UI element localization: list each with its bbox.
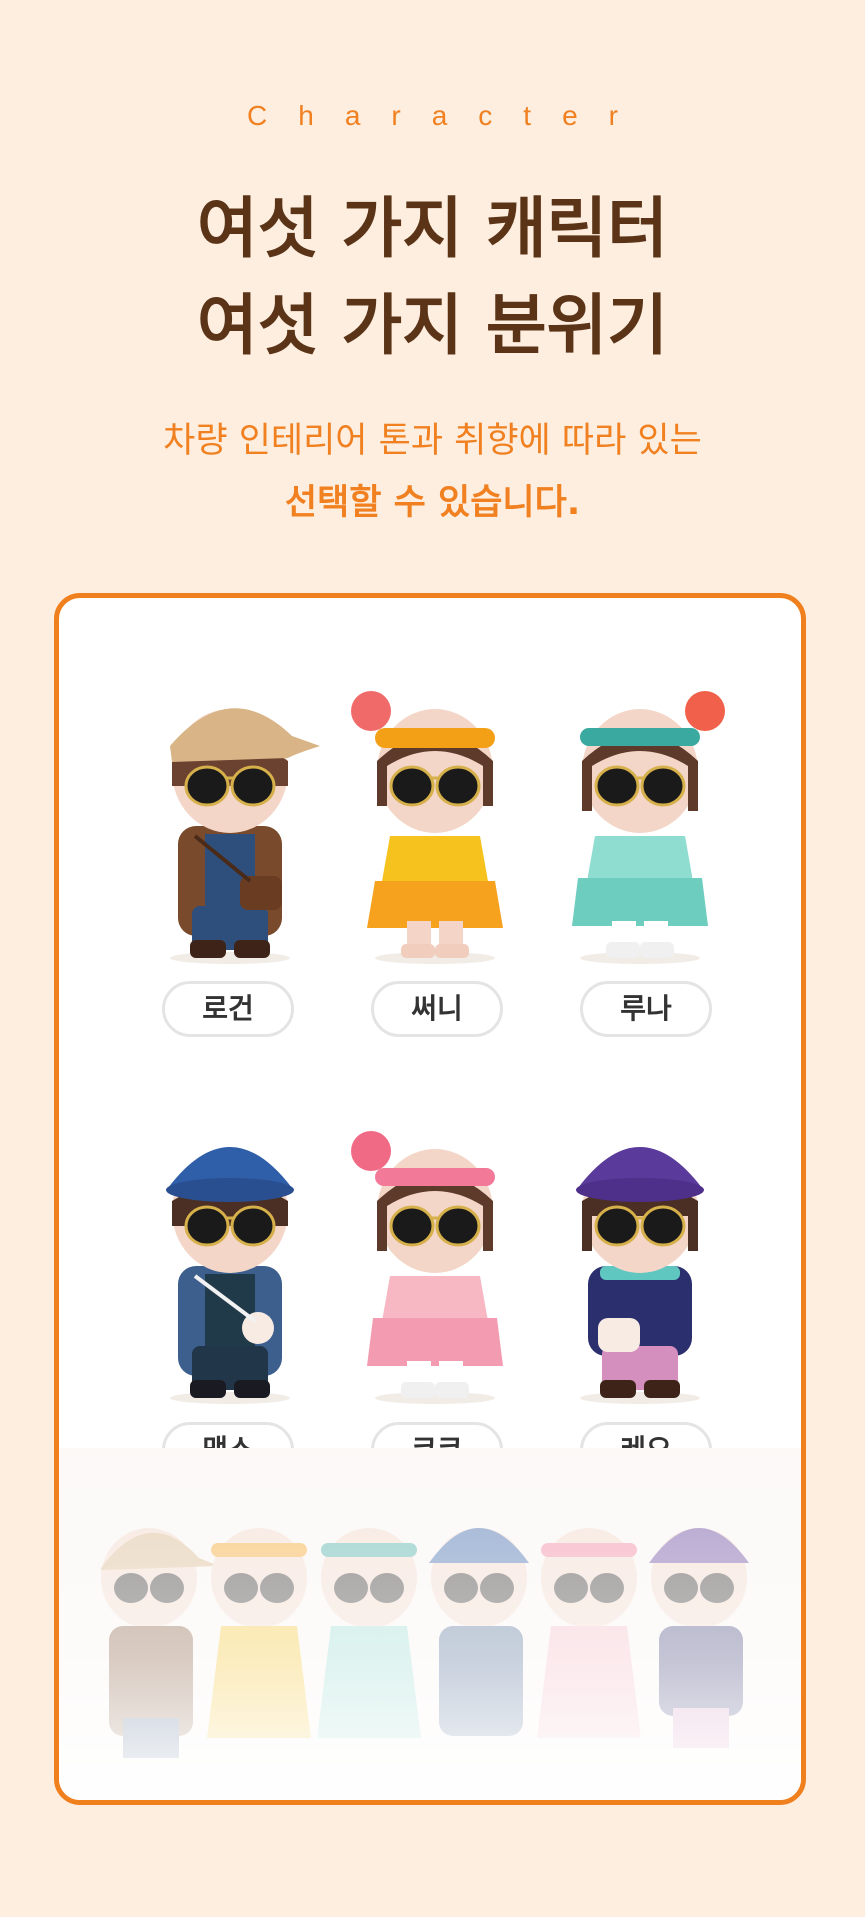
character-name-sunny: 써니 [371,981,503,1037]
eyebrow-label: Character [247,100,649,131]
subtitle-line-2: 선택할 수 있습니다. [284,483,581,523]
figurine-max-image [166,1147,294,1404]
page-title-line-2: 여섯 가지 분위기 [197,287,668,364]
figurine-luna-image [572,691,725,964]
character-card: 로건 써니 루나 [54,593,806,1805]
group-photo-fade [59,1448,801,1800]
page-title-line-1: 여섯 가지 캐릭터 [197,190,668,267]
figurine-logan-image [170,708,320,964]
subtitle-line-1: 차량 인테리어 톤과 취향에 따라 있는 [163,421,702,461]
character-name-logan: 로건 [162,981,294,1037]
figurine-coco-image [351,1131,503,1404]
character-name-luna: 루나 [580,981,712,1037]
figurine-sunny-image [351,691,503,964]
figurine-leo-image [576,1147,704,1404]
